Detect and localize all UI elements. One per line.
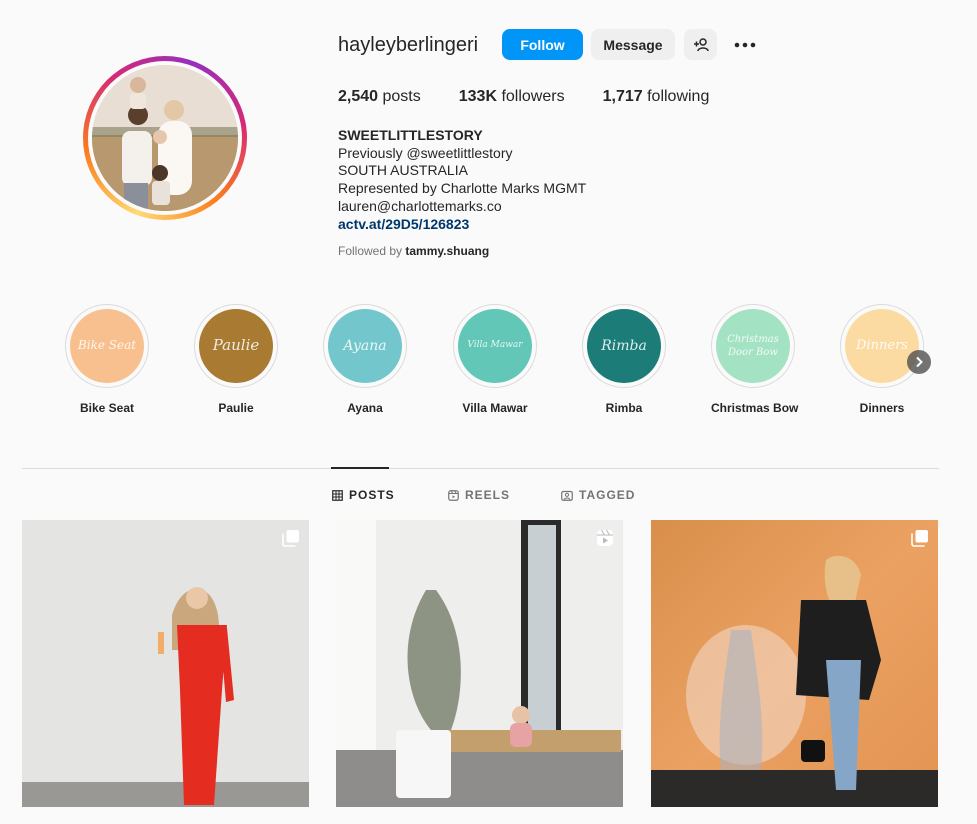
follow-button[interactable]: Follow [502, 29, 583, 60]
tab-reels[interactable]: REELS [448, 488, 510, 502]
followed-by: Followed by tammy.shuang [338, 244, 489, 258]
profile-bio: SWEETLITTLESTORY Previously @sweetlittle… [338, 127, 586, 233]
following-stat[interactable]: 1,717 following [603, 88, 710, 106]
posts-label: posts [382, 88, 421, 105]
avatar-ring-gap [88, 61, 242, 215]
following-label: following [647, 88, 710, 105]
followers-stat[interactable]: 133K followers [459, 88, 565, 106]
highlights-next-button[interactable] [907, 350, 931, 374]
tab-label: TAGGED [579, 488, 636, 502]
carousel-icon [282, 530, 299, 547]
highlight-cover: Bike Seat [70, 309, 144, 383]
posts-count: 2,540 [338, 88, 379, 105]
chevron-right-icon [916, 356, 923, 368]
reel-icon [597, 529, 613, 546]
highlight-label: Bike Seat [79, 401, 135, 415]
tab-label: REELS [465, 488, 511, 502]
more-options-icon [734, 42, 756, 48]
following-count: 1,717 [602, 88, 643, 105]
profile-stats: 2,540 posts 133K followers 1,717 followi… [338, 88, 709, 106]
highlight-cover: Ayana [328, 309, 402, 383]
tab-tagged[interactable]: TAGGED [561, 488, 635, 502]
followers-label: followers [501, 88, 565, 105]
highlight-cover: Rimba [587, 309, 661, 383]
bio-line: lauren@charlottemarks.co [338, 197, 502, 214]
highlight-bike-seat[interactable]: Bike Seat Bike Seat [65, 304, 149, 415]
highlight-label: Dinners [859, 401, 905, 415]
tabs-divider [22, 468, 939, 469]
highlight-cover: Villa Mawar [458, 309, 532, 383]
followers-count: 133K [458, 88, 497, 105]
followed-by-user[interactable]: tammy.shuang [405, 244, 489, 258]
highlight-cover: Paulie [199, 309, 273, 383]
bio-line: Represented by Charlotte Marks MGMT [338, 180, 587, 197]
post-thumbnail[interactable] [651, 520, 938, 807]
highlight-ring: Bike Seat [65, 304, 149, 388]
highlight-ring: Paulie [194, 304, 278, 388]
highlight-label: Ayana [347, 401, 383, 415]
highlight-ring: Ayana [323, 304, 407, 388]
highlight-ring: Christmas Door Bow [711, 304, 795, 388]
posts-stat: 2,540 posts [338, 88, 421, 106]
add-person-icon [693, 37, 709, 51]
post-thumbnail[interactable] [22, 520, 309, 807]
profile-username: hayleyberlingeri [338, 34, 479, 56]
highlight-label: Rimba [605, 401, 643, 415]
more-options-button[interactable] [733, 35, 757, 55]
highlight-cover: Christmas Door Bow [716, 309, 790, 383]
avatar-family-illustration [92, 65, 238, 211]
highlight-ayana[interactable]: Ayana Ayana [323, 304, 407, 415]
highlight-paulie[interactable]: Paulie Paulie [194, 304, 278, 415]
highlight-cover: Dinners [845, 309, 919, 383]
tab-posts[interactable]: POSTS [332, 488, 395, 502]
highlight-ring: Villa Mawar [453, 304, 537, 388]
reels-icon [448, 489, 459, 501]
highlight-label: Paulie [218, 401, 254, 415]
followed-by-prefix: Followed by [338, 244, 403, 258]
highlight-label: Villa Mawar [462, 401, 528, 415]
post-image [22, 520, 309, 807]
suggest-people-button[interactable] [684, 29, 717, 60]
active-tab-indicator [331, 467, 389, 469]
highlight-ring: Rimba [582, 304, 666, 388]
highlight-label: Christmas Bow [711, 401, 799, 415]
post-image [651, 520, 938, 807]
bio-line: SOUTH AUSTRALIA [338, 162, 468, 179]
carousel-icon [911, 530, 928, 547]
avatar-photo [92, 65, 238, 211]
post-image [336, 520, 623, 807]
highlight-ring: Dinners [840, 304, 924, 388]
tab-label: POSTS [349, 488, 395, 502]
bio-name: SWEETLITTLESTORY [338, 127, 483, 143]
bio-line: Previously @sweetlittlestory [338, 144, 513, 161]
post-thumbnail[interactable] [336, 520, 623, 807]
bio-link[interactable]: actv.at/29D5/126823 [338, 216, 586, 234]
grid-icon [332, 489, 343, 501]
message-button[interactable]: Message [591, 29, 675, 60]
highlight-villa-mawar[interactable]: Villa Mawar Villa Mawar [453, 304, 537, 415]
profile-avatar[interactable] [83, 56, 247, 220]
highlight-christmas-bow[interactable]: Christmas Door Bow Christmas Bow [711, 304, 799, 415]
tagged-icon [561, 490, 573, 501]
highlight-rimba[interactable]: Rimba Rimba [582, 304, 666, 415]
